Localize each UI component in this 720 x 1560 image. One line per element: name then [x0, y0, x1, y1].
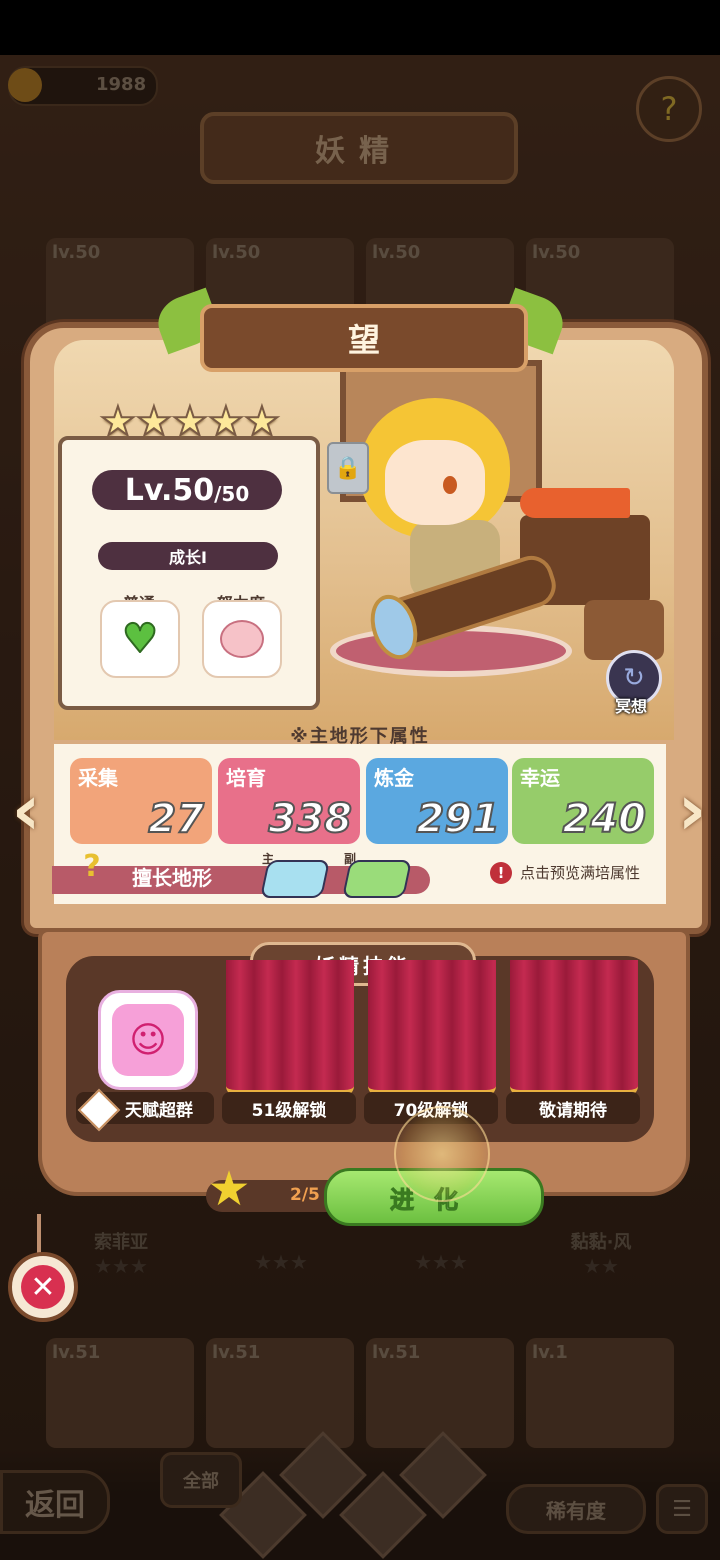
evolve-progress-text: 2/5: [290, 1185, 320, 1205]
stat-label: 培育: [226, 766, 266, 790]
rarity-stars: ★★★★★: [99, 399, 281, 452]
level-display: Lv.50/50: [92, 470, 282, 510]
attribute-section-title: ※主地形下属性: [290, 726, 430, 747]
skill-name: 天赋超群: [125, 1100, 193, 1121]
trait-normal-box[interactable]: ♥: [100, 600, 180, 678]
star-icon: ★: [135, 399, 173, 445]
skill-slot-coming-soon[interactable]: [510, 960, 638, 1096]
evolve-star-icon: ★: [207, 1161, 251, 1217]
stat-value: 291: [416, 795, 501, 843]
preview-full-stats-link[interactable]: 点击预览满培属性: [520, 862, 640, 883]
skill-label: 51级解锁: [222, 1092, 356, 1124]
grass-terrain-icon[interactable]: [341, 860, 413, 898]
terrain-label: 擅长地形: [132, 866, 212, 890]
stat-label: 幸运: [520, 766, 560, 790]
info-warning-icon: !: [490, 862, 512, 884]
rope-decoration: [37, 1214, 41, 1254]
fairy-eye: [443, 476, 457, 494]
stat-label: 采集: [78, 766, 118, 790]
skill-slot-locked-70[interactable]: [368, 960, 496, 1096]
star-icon: ★: [171, 399, 209, 445]
stat-gather: 采集 27: [70, 758, 212, 844]
growth-badge[interactable]: 成长Ⅰ: [98, 542, 278, 570]
heart-icon: ♥: [121, 615, 159, 663]
close-button[interactable]: ✕: [8, 1252, 78, 1322]
prev-fairy-arrow-icon[interactable]: ‹: [2, 769, 50, 851]
stat-alchemy: 炼金 291: [366, 758, 508, 844]
stat-value: 27: [147, 795, 205, 843]
meditate-label: 冥想: [614, 697, 647, 716]
stat-value: 240: [562, 795, 647, 843]
skill-name: 敬请期待: [539, 1100, 607, 1121]
star-icon: ★: [99, 399, 137, 445]
stat-value: 338: [268, 795, 353, 843]
skill-name: 51级解锁: [251, 1100, 327, 1121]
carrot-decoration: [520, 488, 630, 518]
fairy-name: 望: [347, 321, 380, 359]
effort-face-icon: [220, 620, 264, 658]
stat-cultivate: 培育 338: [218, 758, 360, 844]
fairy-name-plate: 望: [200, 304, 528, 372]
water-terrain-icon[interactable]: [259, 860, 331, 898]
level-current: Lv.50: [124, 472, 215, 508]
star-icon: ★: [207, 399, 245, 445]
star-icon: ★: [243, 399, 281, 445]
terrain-help-icon[interactable]: ?: [72, 846, 112, 886]
tap-glow-effect: [394, 1106, 490, 1202]
lock-icon[interactable]: 🔒: [327, 442, 369, 494]
skill-talent-icon[interactable]: ☺: [98, 990, 198, 1090]
stat-label: 炼金: [374, 766, 414, 790]
pink-face-icon: ☺: [112, 1004, 184, 1076]
close-icon: ✕: [21, 1265, 65, 1309]
skill-slot-locked-51[interactable]: [226, 960, 354, 1096]
level-max: /50: [214, 482, 250, 506]
trait-effort-box[interactable]: [202, 600, 282, 678]
next-fairy-arrow-icon[interactable]: ›: [668, 769, 716, 851]
stat-luck: 幸运 240: [512, 758, 654, 844]
skill-label: 敬请期待: [506, 1092, 640, 1124]
fairy-face: [385, 440, 485, 525]
skill-label: 天赋超群: [76, 1088, 214, 1132]
growth-label: 成长Ⅰ: [169, 548, 207, 567]
